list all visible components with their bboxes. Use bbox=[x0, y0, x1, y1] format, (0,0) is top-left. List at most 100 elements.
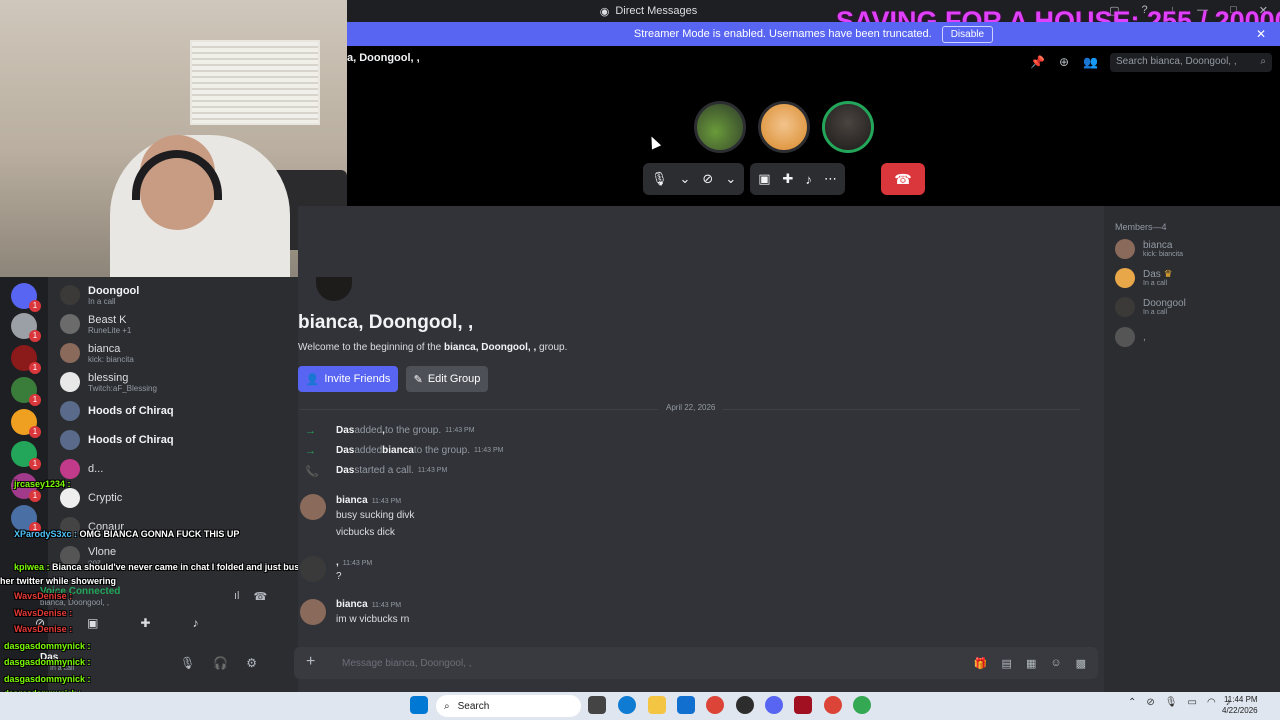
stream-chat-line: WavsDenise : bbox=[14, 624, 73, 634]
microphone-icon[interactable]: 🎙 bbox=[651, 171, 668, 187]
network-icon[interactable]: ⊘ bbox=[1146, 697, 1154, 708]
disconnect-call-button[interactable]: ☎ bbox=[881, 163, 925, 195]
dm-item[interactable]: Hoods of Chiraq bbox=[60, 397, 174, 425]
invite-friends-button[interactable]: 👤 Invite Friends bbox=[298, 366, 398, 392]
stream-chat-line: dasgasdommynick : bbox=[4, 641, 91, 651]
window-title: Direct Messages bbox=[615, 5, 698, 17]
server-icon[interactable]: 1 bbox=[11, 345, 41, 374]
server-icon[interactable]: 1 bbox=[11, 441, 41, 470]
add-friends-icon[interactable]: ⊕ bbox=[1059, 55, 1069, 69]
member-item[interactable]: Das ♛ In a call bbox=[1115, 268, 1173, 288]
dm-item[interactable]: Doongool In a call bbox=[60, 281, 139, 309]
file-explorer-icon[interactable] bbox=[648, 696, 666, 714]
gift-icon[interactable]: 🎁 bbox=[974, 657, 988, 670]
system-message: 📞 Das started a call. 11:43 PM bbox=[305, 465, 448, 478]
streamer-banner-text: Streamer Mode is enabled. Usernames have… bbox=[633, 28, 932, 40]
group-title: bianca, Doongool, , bbox=[298, 312, 474, 333]
message-text: im w vicbucks rn bbox=[336, 614, 410, 625]
mute-icon[interactable]: 🎙 bbox=[180, 656, 195, 670]
dm-item[interactable]: bianca kick: biancita bbox=[60, 339, 134, 367]
dm-item[interactable]: Beast K RuneLite +1 bbox=[60, 310, 131, 338]
apps-icon[interactable]: ▩ bbox=[1076, 657, 1086, 670]
pin-icon[interactable]: 📌 bbox=[1030, 55, 1045, 69]
dm-item[interactable]: blessing Twitch:aF_Blessing bbox=[60, 368, 157, 396]
sticker-icon[interactable]: ▦ bbox=[1026, 657, 1036, 670]
chrome-icon[interactable] bbox=[706, 696, 724, 714]
deafen-icon[interactable]: 🎧 bbox=[213, 656, 228, 670]
server-icon[interactable]: 1 bbox=[11, 409, 41, 438]
discord-logo-icon: ◉ bbox=[599, 5, 610, 18]
message-avatar[interactable] bbox=[300, 494, 326, 520]
chevron-up-icon[interactable]: ⌃ bbox=[1128, 697, 1136, 708]
task-view-icon[interactable] bbox=[588, 696, 606, 714]
join-arrow-icon: → bbox=[305, 425, 316, 437]
welcome-text: Welcome to the beginning of the bianca, … bbox=[298, 342, 568, 353]
message-author[interactable]: bianca 11:43 PM bbox=[336, 495, 401, 506]
hang-up-icon: ☎ bbox=[894, 170, 912, 187]
more-icon[interactable]: ⋯ bbox=[824, 171, 837, 187]
screen-share-icon[interactable]: ▣ bbox=[87, 616, 98, 630]
search-input[interactable]: Search bianca, Doongool, , ⌕ bbox=[1110, 53, 1272, 72]
mic-icon[interactable]: 🎙 bbox=[1165, 697, 1178, 708]
member-item[interactable]: Doongool In a call bbox=[1115, 297, 1186, 317]
server-icon[interactable]: 1 bbox=[11, 377, 41, 406]
server-icon[interactable]: 1 bbox=[11, 505, 41, 534]
disable-streamer-button[interactable]: Disable bbox=[941, 25, 994, 43]
system-tray: ⌃ ⊘ 🎙 ▭ ◠ ♪ bbox=[1128, 697, 1231, 708]
message-text: busy sucking divk bbox=[336, 510, 415, 521]
message-text: ? bbox=[336, 571, 342, 582]
chevron-down-icon[interactable]: ⌄ bbox=[725, 171, 736, 187]
disconnect-icon[interactable]: ☎ bbox=[254, 590, 268, 603]
app-icon[interactable] bbox=[736, 696, 754, 714]
add-user-icon: 👤 bbox=[305, 373, 320, 386]
soundboard-icon[interactable]: ♪ bbox=[192, 616, 198, 630]
noise-suppression-icon[interactable]: ıl bbox=[234, 590, 240, 603]
message-avatar[interactable] bbox=[300, 556, 326, 582]
voice-panel-controls: ıl ☎ bbox=[234, 590, 267, 603]
soundboard-icon[interactable]: ♪ bbox=[805, 172, 812, 187]
gif-icon[interactable]: ▤ bbox=[1002, 657, 1012, 670]
camera-off-icon[interactable]: ⊘ bbox=[702, 171, 713, 187]
screen-share-icon[interactable]: ▣ bbox=[758, 171, 770, 187]
activities-icon[interactable]: ✚ bbox=[783, 171, 794, 187]
system-message: → Das added , to the group. 11:43 PM bbox=[305, 425, 475, 437]
stream-chat-line: her twitter while showering bbox=[0, 576, 117, 586]
plus-icon[interactable]: + bbox=[306, 654, 324, 672]
emoji-icon[interactable]: ☺ bbox=[1050, 657, 1061, 670]
taskbar-clock[interactable]: 11:44 PM 4/22/2026 bbox=[1222, 694, 1258, 716]
member-list-icon[interactable]: 👥 bbox=[1083, 55, 1098, 69]
message-input[interactable]: + Message bianca, Doongool, , 🎁 ▤ ▦ ☺ ▩ bbox=[294, 647, 1098, 679]
stream-chat-line: jrcasey1234 : bbox=[14, 479, 71, 489]
dm-item[interactable]: Hoods of Chiraq bbox=[60, 426, 174, 454]
settings-gear-icon[interactable]: ⚙ bbox=[246, 656, 257, 670]
pencil-icon: ✎ bbox=[413, 373, 423, 386]
display-icon[interactable]: ▭ bbox=[1187, 697, 1196, 708]
chevron-down-icon[interactable]: ⌄ bbox=[680, 171, 691, 187]
server-icon[interactable]: 1 bbox=[11, 313, 41, 342]
call-participant-avatar[interactable] bbox=[694, 101, 746, 153]
edit-group-button[interactable]: ✎ Edit Group bbox=[406, 366, 488, 392]
channel-header-name: a, Doongool, , bbox=[347, 52, 420, 64]
wifi-icon[interactable]: ◠ bbox=[1207, 697, 1216, 708]
message-avatar[interactable] bbox=[300, 599, 326, 625]
edge-icon[interactable] bbox=[618, 696, 636, 714]
store-icon[interactable] bbox=[677, 696, 695, 714]
taskbar-search[interactable]: ⌕ Search bbox=[436, 695, 581, 717]
app-icon[interactable] bbox=[794, 696, 812, 714]
home-discord-icon[interactable]: 1 bbox=[11, 283, 41, 312]
member-item[interactable]: bianca kick: biancita bbox=[1115, 239, 1183, 259]
streamer-mode-banner: Streamer Mode is enabled. Usernames have… bbox=[347, 22, 1280, 46]
stream-chat-line: WavsDenise : bbox=[14, 591, 73, 601]
message-author[interactable]: bianca 11:43 PM bbox=[336, 599, 401, 610]
call-participant-avatar-speaking[interactable] bbox=[822, 101, 874, 153]
discord-icon[interactable] bbox=[765, 696, 783, 714]
windows-start-icon[interactable] bbox=[410, 696, 428, 714]
member-item[interactable]: , bbox=[1115, 327, 1146, 347]
activities-icon[interactable]: ✚ bbox=[140, 616, 150, 630]
call-participant-avatar[interactable] bbox=[758, 101, 810, 153]
chrome-icon[interactable] bbox=[824, 696, 842, 714]
stream-chat-line: XParodyS3xc : OMG BIANCA GONNA FUCK THIS… bbox=[14, 529, 240, 539]
chrome-icon[interactable] bbox=[853, 696, 871, 714]
message-author[interactable]: , 11:43 PM bbox=[336, 557, 372, 568]
close-banner-icon[interactable]: ✕ bbox=[1256, 27, 1266, 41]
